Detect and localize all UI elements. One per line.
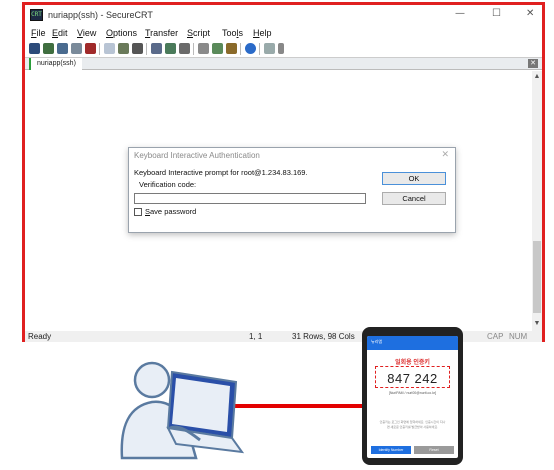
title-bar: CRT nuriapp(ssh) - SecureCRT — ☐ ✕ [25,5,542,25]
menu-bar: File Edit View Options Transfer Script T… [25,25,542,41]
log-icon[interactable] [179,43,190,54]
status-caps: CAP [487,332,504,341]
menu-script[interactable]: Script [187,28,210,38]
menu-view[interactable]: View [77,28,96,38]
menu-tools[interactable]: Tools [222,28,243,38]
stage: CRT nuriapp(ssh) - SecureCRT — ☐ ✕ File … [0,0,554,470]
smartphone: 뉴리앱 일회용 인증키 847 242 [NuriPAM / nuri00@nu… [362,327,463,465]
minimize-icon[interactable]: — [455,8,465,19]
status-num: NUM [509,332,528,341]
identify-number-button[interactable]: Identify Number [371,446,411,454]
paste-icon[interactable] [118,43,129,54]
scroll-down-icon[interactable]: ▼ [533,320,541,328]
securecrt-app-icon: CRT [30,9,43,21]
status-ready: Ready [28,332,52,341]
menu-transfer[interactable]: Transfer [145,28,178,38]
keymap-icon[interactable] [226,43,237,54]
phone-app-header: 뉴리앱 [367,336,458,350]
quick-connect-icon[interactable] [43,43,54,54]
reset-button[interactable]: Reset [414,446,454,454]
tab-bar: nuriapp(ssh) ✕ [25,57,542,70]
print-screen-icon[interactable] [165,43,176,54]
sftp-icon[interactable] [264,43,275,54]
save-password-label[interactable]: Save password [145,207,196,216]
menu-help[interactable]: Help [253,28,272,38]
toolbar [25,41,542,57]
global-options-icon[interactable] [212,43,223,54]
scroll-thumb[interactable] [533,241,541,313]
verification-code-label: Verification code: [139,180,197,189]
window-title: nuriapp(ssh) - SecureCRT [48,10,153,20]
help-icon[interactable] [245,43,256,54]
close-icon[interactable]: ✕ [526,8,534,19]
disconnect-icon[interactable] [85,43,96,54]
laptop-display-icon [172,378,230,432]
scroll-up-icon[interactable]: ▲ [533,73,541,81]
menu-edit[interactable]: Edit [52,28,68,38]
phone-description: 인증키는 로그인 화면에 입력하세요. 인증시간이 지나면 새로운 인증키를 발… [379,420,446,429]
reconnect-icon[interactable] [71,43,82,54]
menu-options[interactable]: Options [106,28,137,38]
connect-icon[interactable] [29,43,40,54]
status-bar: Ready 1, 1 31 Rows, 98 Cols CAP NUM [25,331,542,342]
user-head-icon [133,361,171,399]
status-cursor: 1, 1 [249,332,263,341]
tab-nuriapp-ssh[interactable]: nuriapp(ssh) [29,58,82,70]
user-at-laptop-illustration [120,361,245,460]
toolbar-separator [193,43,194,55]
toolbar-separator [146,43,147,55]
otp-code: 847 242 [387,371,438,386]
connect-tab-icon[interactable] [57,43,68,54]
save-password-checkbox[interactable] [134,208,142,216]
dialog-prompt: Keyboard Interactive prompt for root@1.2… [134,168,308,177]
toolbar-separator [259,43,260,55]
connection-cable [235,404,375,408]
session-options-icon[interactable] [198,43,209,54]
otp-box: 847 242 [375,366,450,388]
ok-button[interactable]: OK [382,172,446,185]
find-icon[interactable] [132,43,143,54]
tab-close-icon[interactable]: ✕ [528,59,538,68]
maximize-icon[interactable]: ☐ [492,8,501,19]
phone-screen: 뉴리앱 일회용 인증키 847 242 [NuriPAM / nuri00@nu… [367,336,458,458]
vertical-scrollbar[interactable]: ▲ ▼ [532,71,542,331]
more-icon[interactable] [278,43,284,54]
phone-account: [NuriPAM / nuri00@nurit.co.kr] [388,391,437,395]
cancel-button[interactable]: Cancel [382,192,446,205]
menu-file[interactable]: File [31,28,46,38]
toolbar-separator [240,43,241,55]
keyboard-interactive-dialog: Keyboard Interactive Authentication ✕ Ke… [128,147,456,233]
print-icon[interactable] [151,43,162,54]
dialog-title: Keyboard Interactive Authentication [134,151,260,160]
verification-code-input[interactable] [134,193,366,204]
status-size: 31 Rows, 98 Cols [292,332,355,341]
dialog-close-icon[interactable]: ✕ [441,150,449,160]
toolbar-separator [99,43,100,55]
phone-otp-title: 일회용 인증키 [395,360,430,366]
copy-icon[interactable] [104,43,115,54]
